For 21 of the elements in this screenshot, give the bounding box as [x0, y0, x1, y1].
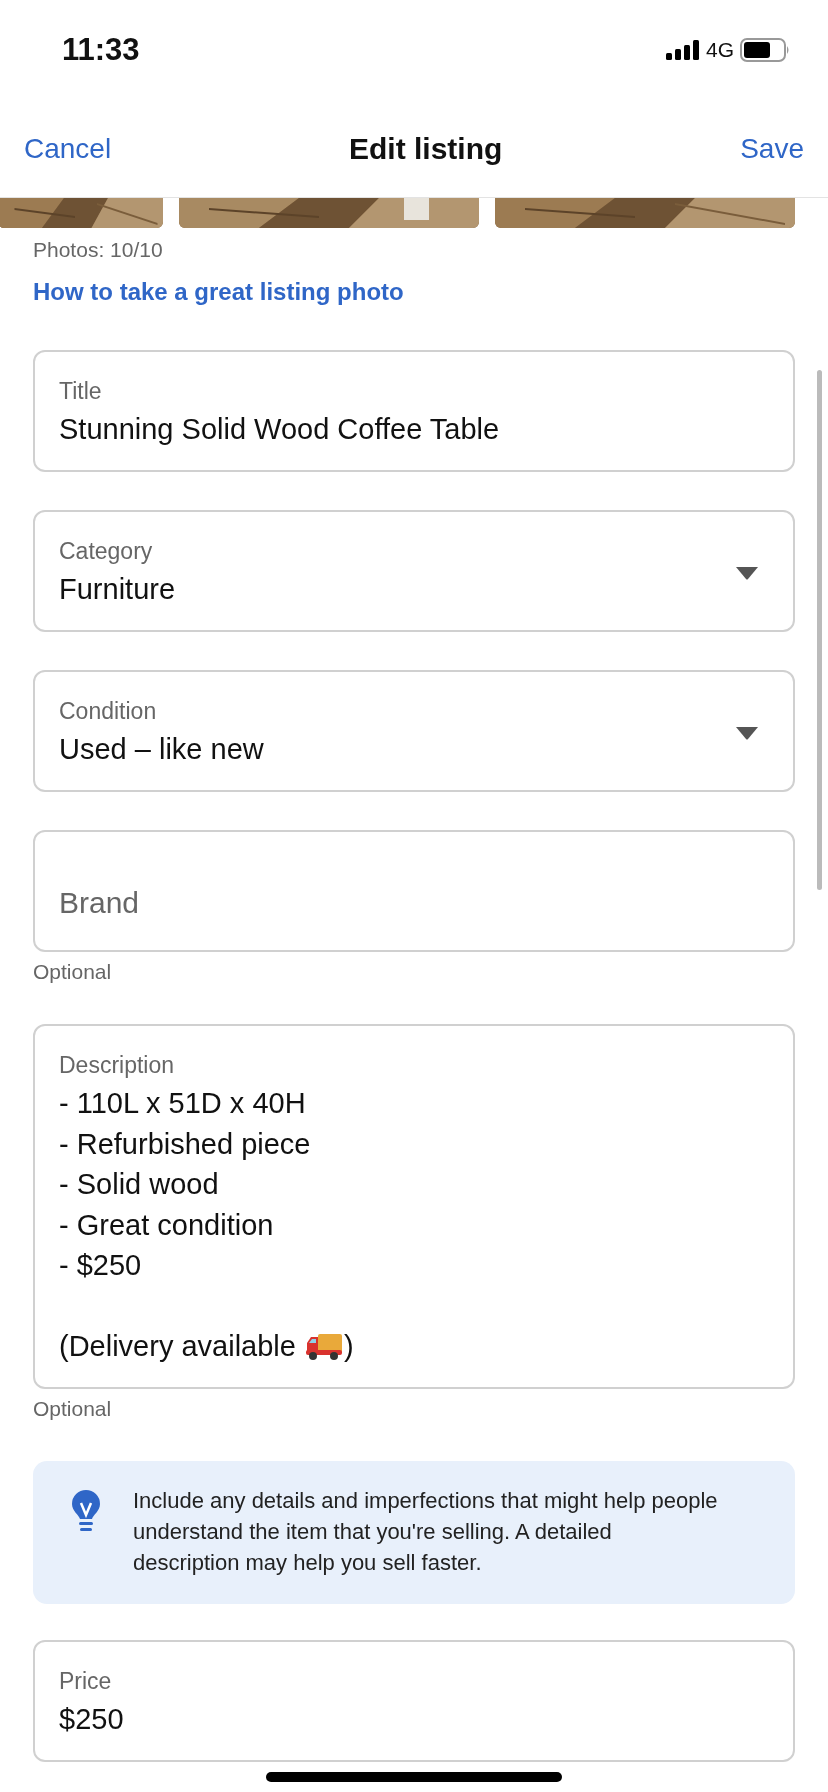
caret-icon: [735, 726, 759, 740]
status-time: 11:33: [62, 32, 140, 68]
caret-icon: [735, 566, 759, 580]
text-area[interactable]: Description - 110L x 51D x 40H - Refurbished piece - Solid wood - Great condition - $250 (Delivery available ): [33, 1024, 795, 1389]
dropdown-field[interactable]: Category Furniture: [33, 510, 795, 632]
battery-icon: [740, 38, 790, 62]
text-field[interactable]: Title Stunning Solid Wood Coffee Table: [33, 350, 795, 472]
truck-icon: [303, 1331, 344, 1362]
page-title: Edit listing: [349, 131, 503, 166]
signal-icon: [666, 40, 700, 60]
text-field[interactable]: Price $250: [33, 1639, 795, 1762]
input-field[interactable]: Brand: [33, 830, 795, 952]
hint-text: Optional: [33, 1396, 113, 1421]
cancel-button[interactable]: Cancel: [24, 132, 112, 165]
photo-tips-link[interactable]: How to take a great listing photo: [33, 278, 404, 306]
dropdown-field[interactable]: Condition Used – like new: [33, 670, 795, 792]
save-button[interactable]: Save: [740, 132, 804, 165]
network-label: 4G: [706, 38, 734, 62]
hint-text: Optional: [33, 960, 113, 984]
photo-count: Photos: 10/10: [33, 238, 164, 262]
tip-text: Include any details and imperfections that might help people understand the item that you're selling. A detailed description may help you sell faster.: [133, 1486, 719, 1577]
